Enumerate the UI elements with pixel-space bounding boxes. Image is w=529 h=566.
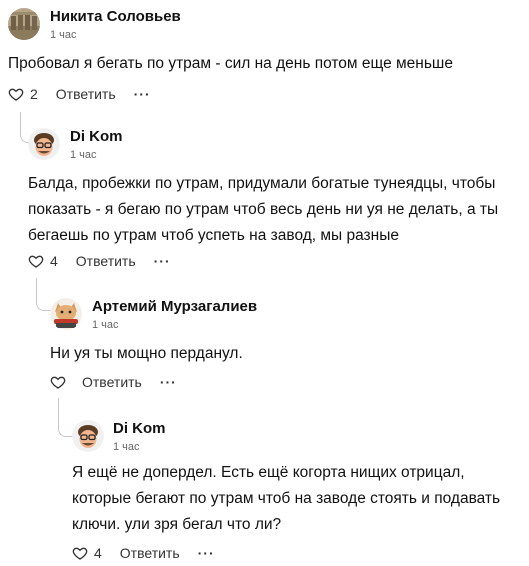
- heart-icon[interactable]: [72, 545, 88, 561]
- like-count: 4: [94, 545, 102, 561]
- timestamp[interactable]: 1 час: [50, 29, 77, 41]
- comment-text: Ни уя ты мощно перданул.: [50, 345, 243, 362]
- comment-actions: 4 Ответить ···: [28, 250, 171, 272]
- author-name[interactable]: Di Kom: [70, 128, 123, 145]
- heart-icon[interactable]: [8, 86, 24, 102]
- author-name[interactable]: Артемий Мурзагалиев: [92, 298, 257, 315]
- author-name[interactable]: Никита Соловьев: [50, 8, 181, 25]
- thread-line: [58, 398, 73, 437]
- like-count: 2: [30, 86, 38, 102]
- reply-button[interactable]: Ответить: [120, 545, 180, 561]
- thread-line: [36, 278, 51, 311]
- comment-text: Балда, пробежки по утрам, придумали бога…: [28, 175, 499, 244]
- heart-icon[interactable]: [28, 253, 44, 269]
- comment-actions: 4 Ответить ···: [72, 542, 215, 564]
- timestamp[interactable]: 1 час: [70, 149, 97, 161]
- comment-text: Пробовал я бегать по утрам - сил на день…: [8, 55, 453, 72]
- comment-actions: Ответить ···: [50, 371, 177, 393]
- reply-button[interactable]: Ответить: [82, 374, 142, 390]
- heart-icon[interactable]: [50, 374, 66, 390]
- avatar[interactable]: [50, 298, 82, 330]
- author-name[interactable]: Di Kom: [113, 420, 166, 437]
- avatar[interactable]: [28, 128, 60, 160]
- avatar[interactable]: [72, 420, 104, 452]
- avatar[interactable]: [8, 8, 40, 40]
- more-options-button[interactable]: ···: [198, 545, 215, 561]
- like-count: 4: [50, 253, 58, 269]
- comment-actions: 2 Ответить ···: [8, 83, 151, 105]
- timestamp[interactable]: 1 час: [92, 319, 119, 331]
- comment-text: Я ещё не допердел. Есть ещё когорта нищи…: [72, 464, 501, 533]
- timestamp[interactable]: 1 час: [113, 441, 140, 453]
- more-options-button[interactable]: ···: [154, 253, 171, 269]
- more-options-button[interactable]: ···: [134, 86, 151, 102]
- reply-button[interactable]: Ответить: [56, 86, 116, 102]
- reply-button[interactable]: Ответить: [76, 253, 136, 269]
- more-options-button[interactable]: ···: [160, 374, 177, 390]
